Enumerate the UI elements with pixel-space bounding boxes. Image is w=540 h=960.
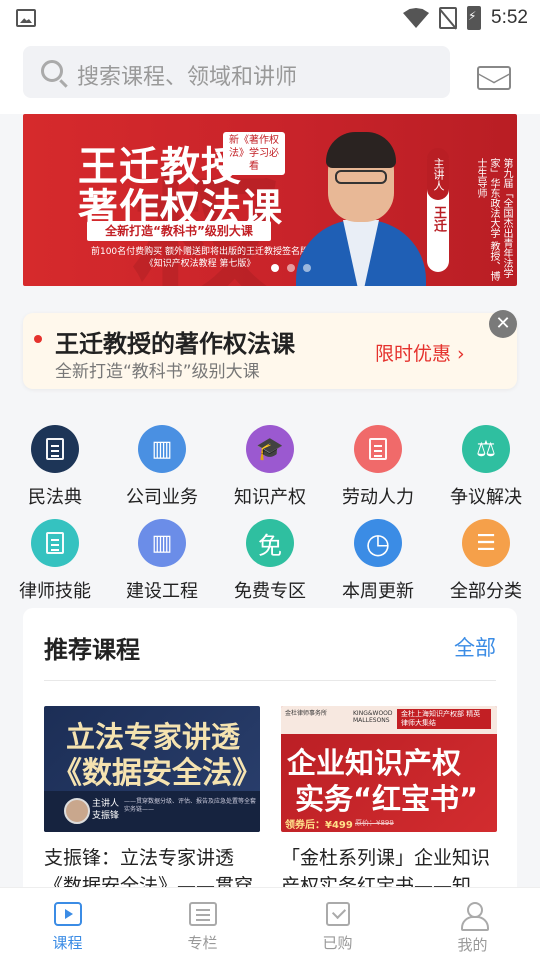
tab-columns[interactable]: 专栏 [135, 888, 270, 960]
search-placeholder: 搜索课程、领域和讲师 [77, 65, 298, 90]
category-construction[interactable]: ▥ 建设工程 [112, 519, 212, 603]
wifi-icon [403, 8, 430, 28]
office-building-icon: ▥ [138, 519, 186, 567]
section-title: 推荐课程 [44, 636, 140, 664]
tab-label: 课程 [52, 934, 83, 952]
banner-pill: 全新打造“教科书”级别大课 [87, 221, 271, 241]
video-icon [53, 902, 82, 926]
promo-cta-link[interactable]: 限时优惠 › [375, 339, 465, 366]
speaker-photo [291, 128, 431, 286]
carousel-indicator [271, 264, 311, 272]
scale-icon: ⚖ [462, 425, 510, 473]
category-ip[interactable]: 🎓 知识产权 [220, 425, 320, 509]
status-time: 5:52 [491, 7, 528, 28]
category-label: 免费专区 [234, 581, 306, 602]
banner-tag: 新《著作权法》学习必看 [223, 132, 285, 175]
promo-card[interactable]: 王迁教授的著作权法课 全新打造“教科书”级别大课 限时优惠 › [23, 313, 517, 389]
category-all[interactable]: ☰ 全部分类 [436, 519, 536, 603]
carousel-dot[interactable] [287, 264, 295, 272]
thumb-headline: 《数据安全法》 [52, 756, 260, 791]
promo-title: 王迁教授的著作权法课 [55, 330, 295, 358]
category-lawyer-skills[interactable]: 律师技能 [5, 519, 105, 603]
close-icon[interactable]: ✕ [489, 310, 517, 338]
avatar [64, 798, 90, 824]
category-weekly-update[interactable]: ◷ 本周更新 [328, 519, 428, 603]
bottom-navigation: 课程 专栏 已购 我的 [0, 887, 540, 960]
view-all-link[interactable]: 全部 [454, 632, 496, 662]
category-civil-code[interactable]: 民法典 [5, 425, 105, 509]
document-copy-icon [354, 425, 402, 473]
category-label: 民法典 [28, 487, 82, 508]
category-label: 律师技能 [19, 581, 91, 602]
thumb-price: 领券后：¥499 [285, 820, 353, 831]
thumb-original-price: 原价：¥899 [355, 819, 394, 827]
category-labor[interactable]: 劳动人力 [328, 425, 428, 509]
profile-icon [459, 902, 489, 931]
thumb-speaker: 主讲人 支振锋 [92, 799, 120, 821]
clock-icon: ◷ [354, 519, 402, 567]
divider [44, 680, 496, 681]
speaker-description: 第九届「全国杰出青年法学家」华东政法大学 教授、博士生导师 [475, 158, 512, 282]
certificate-icon [31, 519, 79, 567]
recommended-section: 推荐课程 全部 立法专家讲透 《数据安全法》 主讲人 支振锋 ——贯穿数据分级、… [23, 608, 517, 898]
free-icon: 免 [246, 519, 294, 567]
book-icon [31, 425, 79, 473]
image-icon [16, 9, 36, 27]
carousel-dot[interactable] [271, 264, 279, 272]
category-label: 争议解决 [450, 487, 522, 508]
category-label: 本周更新 [342, 581, 414, 602]
category-label: 知识产权 [234, 487, 306, 508]
battery-charging-icon [467, 6, 482, 30]
category-free[interactable]: 免 免费专区 [220, 519, 320, 603]
thumb-headline: 实务“红宝书” [295, 782, 479, 816]
category-dispute[interactable]: ⚖ 争议解决 [436, 425, 536, 509]
thumb-description: ——贯穿数据分级、评估、报告及应急处置等全套实务链—— [124, 798, 257, 813]
banner-carousel[interactable]: 权 王迁教授 著作权法课 新《著作权法》学习必看 全新打造“教科书”级别大课 前… [23, 114, 517, 286]
course-thumbnail[interactable]: 立法专家讲透 《数据安全法》 主讲人 支振锋 ——贯穿数据分级、评估、报告及应急… [44, 706, 260, 832]
graduation-cap-icon: 🎓 [246, 425, 294, 473]
tab-courses[interactable]: 课程 [0, 888, 135, 960]
category-corporate[interactable]: ▥ 公司业务 [112, 425, 212, 509]
firm-logo: KING&WOOD MALLESONS [353, 710, 393, 724]
tab-me[interactable]: 我的 [405, 888, 540, 960]
speaker-name: 王迁 [431, 206, 446, 232]
tab-purchased[interactable]: 已购 [270, 888, 405, 960]
category-label: 全部分类 [450, 581, 522, 602]
thumb-firm: 金杜律师事务所 [285, 710, 328, 717]
tab-label: 我的 [457, 936, 488, 954]
header: 搜索课程、领域和讲师 [0, 36, 540, 114]
promo-subtitle: 全新打造“教科书”级别大课 [55, 362, 260, 382]
tab-label: 已购 [322, 934, 353, 952]
course-thumbnail[interactable]: 金杜律师事务所 KING&WOOD MALLESONS 金杜上海知识产权部 精英… [281, 706, 497, 832]
thumb-tag: 金杜上海知识产权部 精英律师大集结 [397, 709, 491, 729]
category-label: 建设工程 [126, 581, 198, 602]
category-label: 公司业务 [126, 487, 198, 508]
no-sim-icon [439, 7, 458, 29]
search-icon [41, 60, 63, 82]
column-icon [188, 902, 217, 926]
building-icon: ▥ [138, 425, 186, 473]
mail-icon[interactable] [477, 66, 511, 90]
status-bar: 5:52 [0, 0, 540, 36]
purchased-icon [325, 902, 350, 926]
carousel-dot[interactable] [303, 264, 311, 272]
category-label: 劳动人力 [342, 487, 414, 508]
list-icon: ☰ [462, 519, 510, 567]
search-input[interactable]: 搜索课程、领域和讲师 [23, 46, 450, 98]
speaker-role: 主讲人 [427, 148, 449, 200]
bullet-dot [34, 335, 42, 343]
tab-label: 专栏 [187, 934, 218, 952]
